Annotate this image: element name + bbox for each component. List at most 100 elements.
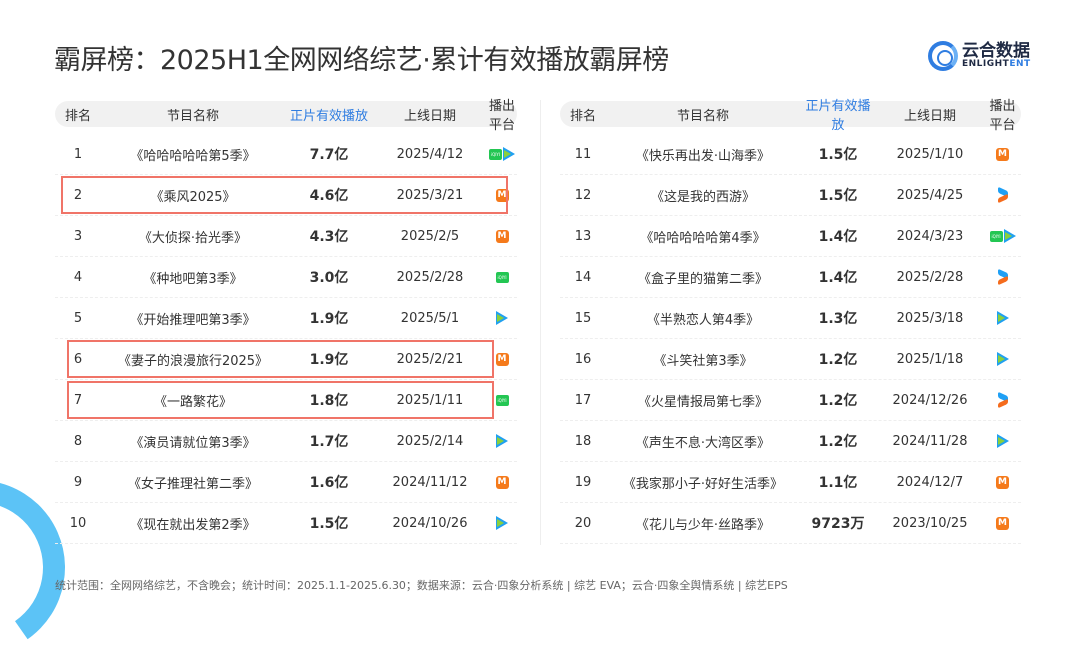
table-row: 1 《哈哈哈哈哈第5季》 7.7亿 2025/4/12 iQIYI (55, 134, 517, 175)
tencent-video-icon (996, 434, 1009, 448)
table-row: 3 《大侦探·拾光季》 4.3亿 2025/2/5 M (55, 216, 517, 257)
release-date: 2025/5/1 (400, 310, 460, 326)
plays: 1.6亿 (309, 475, 349, 491)
header-plays: 正片有效播放 (289, 108, 368, 124)
show-name: 《火星情报局第七季》 (637, 394, 768, 410)
youku-icon (997, 394, 1009, 407)
iqiyi-icon: iQIYI (495, 394, 509, 406)
plays: 1.2亿 (818, 393, 858, 409)
plays: 1.2亿 (818, 434, 858, 450)
platform (984, 352, 1021, 367)
table-row: 12 《这是我的西游》 1.5亿 2025/4/25 (560, 175, 1021, 216)
release-date: 2025/2/5 (400, 228, 460, 244)
iqiyi-icon: iQIYI (989, 230, 1003, 242)
iqiyi-icon: iQIYI (489, 148, 502, 160)
table-row: 14 《盒子里的猫第二季》 1.4亿 2025/2/28 (560, 257, 1021, 298)
table-header: 排名 节目名称 正片有效播放 上线日期 播出平台 (560, 99, 1021, 133)
highlight-box (67, 381, 494, 419)
platform (487, 516, 517, 531)
rank: 16 (574, 351, 592, 367)
release-date: 2025/3/18 (896, 310, 964, 326)
plays: 1.9亿 (309, 311, 349, 327)
divider (540, 100, 541, 545)
table-row: 5 《开始推理吧第3季》 1.9亿 2025/5/1 (55, 298, 517, 339)
rank: 5 (73, 310, 83, 326)
release-date: 2024/11/12 (392, 474, 468, 490)
table-row: 19 《我家那小子·好好生活季》 1.1亿 2024/12/7 M (560, 462, 1021, 503)
mango-tv-icon: M (495, 352, 509, 366)
rank: 19 (574, 474, 592, 490)
table-row: 11 《快乐再出发·山海季》 1.5亿 2025/1/10 M (560, 134, 1021, 175)
table-row: 4 《种地吧第3季》 3.0亿 2025/2/28 iQIYI (55, 257, 517, 298)
iqiyi-icon: iQIYI (495, 271, 509, 283)
plays: 7.7亿 (309, 147, 349, 163)
table-row: 13 《哈哈哈哈哈第4季》 1.4亿 2024/3/23 iQIYI (560, 216, 1021, 257)
table-header: 排名 节目名称 正片有效播放 上线日期 播出平台 (55, 99, 517, 133)
header-date: 上线日期 (903, 108, 956, 124)
release-date: 2025/4/25 (896, 187, 964, 203)
table-row: 9 《女子推理社第二季》 1.6亿 2024/11/12 M (55, 462, 517, 503)
plays: 1.4亿 (818, 270, 858, 286)
platform: M (487, 229, 517, 244)
header-name: 节目名称 (166, 108, 219, 124)
release-date: 2024/11/28 (892, 433, 968, 449)
table-row: 17 《火星情报局第七季》 1.2亿 2024/12/26 (560, 380, 1021, 421)
platform: M (984, 516, 1021, 531)
show-name: 《哈哈哈哈哈第4季》 (640, 230, 766, 246)
show-name: 《盒子里的猫第二季》 (637, 271, 768, 287)
rank: 10 (69, 515, 87, 531)
platform (984, 393, 1021, 408)
plays: 1.2亿 (818, 352, 858, 368)
tencent-video-icon (496, 434, 508, 448)
platform: iQIYI (487, 147, 517, 162)
logo-cn: 云合数据 (962, 41, 1030, 61)
release-date: 2024/3/23 (896, 228, 964, 244)
show-name: 《半熟恋人第4季》 (646, 312, 760, 328)
tencent-video-icon (1003, 229, 1016, 243)
header-name: 节目名称 (676, 108, 729, 124)
rank: 9 (73, 474, 83, 490)
platform (984, 270, 1021, 285)
logo-icon (928, 41, 958, 71)
plays: 1.5亿 (309, 516, 349, 532)
rank: 13 (574, 228, 592, 244)
rank: 4 (73, 269, 83, 285)
show-name: 《声生不息·大湾区季》 (635, 435, 771, 451)
rank: 14 (574, 269, 592, 285)
platform: M (487, 475, 517, 490)
mango-tv-icon: M (996, 147, 1009, 161)
platform (984, 311, 1021, 326)
tencent-video-icon (496, 311, 508, 325)
header-platform: 播出平台 (488, 99, 515, 133)
mango-tv-icon: M (996, 516, 1009, 530)
logo: 云合数据 ENLIGHTENT (928, 41, 1031, 71)
header-platform: 播出平台 (989, 99, 1016, 133)
mango-tv-icon: M (495, 475, 509, 489)
rank: 15 (574, 310, 592, 326)
rank: 1 (73, 146, 83, 162)
header-rank: 排名 (64, 108, 91, 124)
rank: 18 (574, 433, 592, 449)
plays: 1.1亿 (818, 475, 858, 491)
plays: 1.5亿 (818, 188, 858, 204)
show-name: 《快乐再出发·山海季》 (635, 148, 771, 164)
show-name: 《女子推理社第二季》 (127, 476, 258, 492)
rank: 17 (574, 392, 592, 408)
release-date: 2024/10/26 (392, 515, 468, 531)
table-row: 18 《声生不息·大湾区季》 1.2亿 2024/11/28 (560, 421, 1021, 462)
platform: M (984, 147, 1021, 162)
logo-en: ENLIGHTENT (962, 59, 1031, 69)
plays: 4.3亿 (309, 229, 349, 245)
platform: iQIYI (984, 229, 1021, 244)
tencent-video-icon (503, 147, 515, 161)
ranking-table-left: 排名 节目名称 正片有效播放 上线日期 播出平台 1 《哈哈哈哈哈第5季》 7.7亿 2025/… (55, 99, 517, 544)
rank: 11 (574, 146, 592, 162)
show-name: 《现在就出发第2季》 (130, 517, 256, 533)
footer-note: 统计范围：全网网络综艺，不含晚会；统计时间：2025.1.1-2025.6.30… (55, 579, 788, 592)
tencent-video-icon (496, 516, 508, 530)
show-name: 《大侦探·拾光季》 (138, 230, 248, 246)
table-row: 6 《妻子的浪漫旅行2025》 1.9亿 2025/2/21 M (55, 339, 517, 380)
table-row: 7 《一路繁花》 1.8亿 2025/1/11 iQIYI (55, 380, 517, 421)
plays: 1.3亿 (818, 311, 858, 327)
release-date: 2023/10/25 (892, 515, 968, 531)
